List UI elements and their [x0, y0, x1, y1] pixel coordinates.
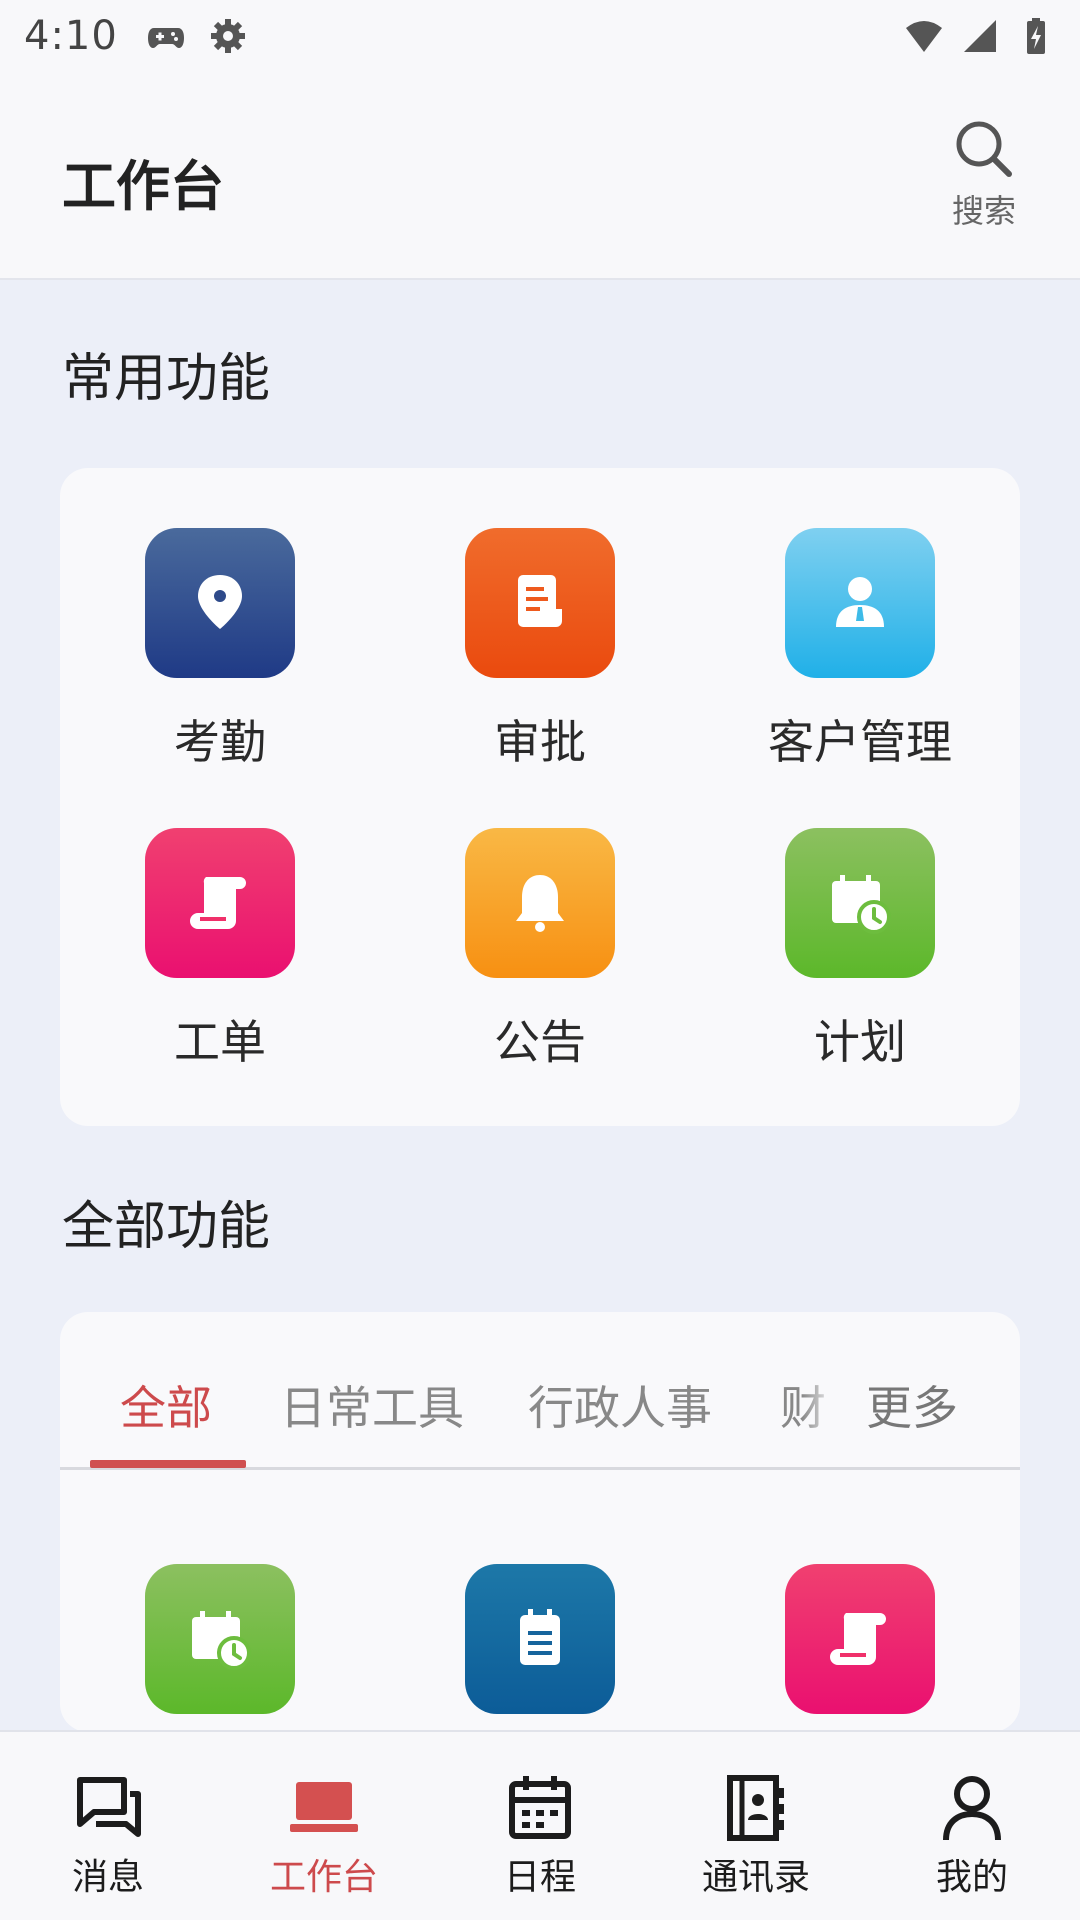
person-icon [785, 528, 935, 678]
page-title: 工作台 [62, 155, 224, 218]
nav-item-contacts[interactable]: 通讯录 [676, 1772, 836, 1898]
tab-all[interactable]: 全部 [120, 1372, 212, 1438]
category-tab-bar: 全部 日常工具 行政人事 财 更多 [60, 1312, 1020, 1470]
grid-label: 工单 [174, 1015, 266, 1069]
grid-item-approval[interactable]: 审批 [420, 528, 660, 788]
cellular-signal-icon [960, 16, 1000, 56]
nav-item-schedule[interactable]: 日程 [460, 1772, 620, 1898]
calendar-clock-icon [145, 1564, 295, 1714]
clipboard-icon [465, 1564, 615, 1714]
grid-item-work-order[interactable]: 工单 [100, 828, 340, 1088]
status-bar: 4:10 [0, 0, 1080, 72]
bell-icon [465, 828, 615, 978]
calendar-icon [504, 1772, 576, 1844]
grid-item-customer-management[interactable]: 客户管理 [740, 528, 980, 788]
nav-label: 我的 [935, 1857, 1008, 1898]
nav-item-workbench[interactable]: 工作台 [244, 1772, 404, 1898]
scroll-icon [145, 828, 295, 978]
wifi-icon [904, 16, 944, 56]
settings-gear-icon [208, 16, 248, 56]
all-functions-card: 全部 日常工具 行政人事 财 更多 [60, 1312, 1020, 1732]
nav-label: 日程 [503, 1857, 576, 1898]
common-functions-card: 考勤 审批 客户管理 工单 公告 计划 [60, 468, 1020, 1126]
nav-label: 工作台 [269, 1857, 378, 1898]
more-tabs-button[interactable]: 更多 [866, 1372, 958, 1438]
contacts-book-icon [720, 1772, 792, 1844]
laptop-icon [288, 1772, 360, 1844]
search-icon [951, 116, 1017, 182]
nav-item-me[interactable]: 我的 [892, 1772, 1052, 1898]
grid-label: 考勤 [174, 715, 266, 769]
status-right-group [888, 16, 1056, 56]
person-outline-icon [936, 1772, 1008, 1844]
bottom-navigation: 消息 工作台 日程 通讯录 我的 [0, 1730, 1080, 1920]
grid-item-announcement[interactable]: 公告 [420, 828, 660, 1088]
grid-label: 公告 [494, 1015, 586, 1069]
all-section-title: 全部功能 [62, 1197, 271, 1257]
chat-icon [72, 1772, 144, 1844]
battery-charging-icon [1016, 16, 1056, 56]
document-icon [465, 528, 615, 678]
app-header: 工作台 搜索 [0, 72, 1080, 280]
grid-label: 审批 [494, 715, 586, 769]
grid-item-attendance[interactable]: 考勤 [100, 528, 340, 788]
gamepad-icon [146, 16, 186, 56]
grid-item-plan[interactable]: 计划 [740, 828, 980, 1088]
tab-daily-tools[interactable]: 日常工具 [280, 1372, 464, 1438]
location-pin-icon [145, 528, 295, 678]
search-button[interactable]: 搜索 [946, 116, 1022, 236]
grid-label: 客户管理 [768, 715, 952, 769]
tab-fade-overlay [802, 1352, 836, 1452]
scroll-icon [785, 1564, 935, 1714]
search-label: 搜索 [951, 192, 1016, 230]
status-time: 4:10 [24, 13, 118, 59]
calendar-clock-icon [785, 828, 935, 978]
nav-label: 消息 [71, 1857, 144, 1898]
nav-label: 通讯录 [701, 1857, 810, 1898]
nav-item-messages[interactable]: 消息 [28, 1772, 188, 1898]
tab-admin-hr[interactable]: 行政人事 [528, 1372, 712, 1438]
active-tab-indicator [90, 1460, 246, 1468]
common-section-title: 常用功能 [62, 349, 271, 409]
grid-label: 计划 [814, 1015, 906, 1069]
